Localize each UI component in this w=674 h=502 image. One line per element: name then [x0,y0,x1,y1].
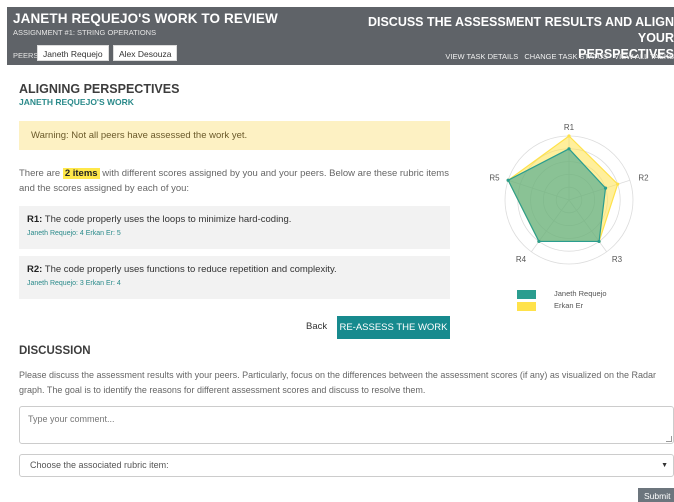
section-title: ALIGNING PERSPECTIVES [19,82,180,96]
radar-chart: R1 R2 R3 R4 R5 [489,123,649,265]
legend-swatch [517,290,536,299]
reassess-button[interactable]: RE-ASSESS THE WORK [337,316,450,339]
radar-point [567,134,571,138]
radar-axis-label: R3 [612,255,623,264]
comment-input[interactable] [19,406,674,444]
task-title-line1: DISCUSS THE ASSESSMENT RESULTS AND ALIGN… [367,15,674,45]
submit-button[interactable]: Submit [638,488,674,502]
radar-axis-label: R2 [638,173,649,182]
radar-axis-label: R4 [516,255,527,264]
peer-chip-alex[interactable]: Alex Desouza [113,45,178,61]
chevron-down-icon: ▼ [661,462,668,469]
view-all-tasks-link[interactable]: VIEW ALL TASKS [614,52,674,61]
select-label: Choose the associated rubric item: [30,460,169,470]
discussion-instructions: Please discuss the assessment results wi… [19,370,656,395]
radar-point [537,239,541,244]
back-button[interactable]: Back [298,316,336,338]
rubric-scores: Janeth Requejo: 3 Erkan Er: 4 [27,280,121,287]
radar-point [567,147,571,151]
radar-point [506,178,510,182]
assignment-label: ASSIGNMENT #1: STRING OPERATIONS [13,28,157,37]
intro-text: There are 2 items with different scores … [19,166,449,196]
radar-point [616,182,620,186]
rubric-item-select[interactable]: Choose the associated rubric item: ▼ [19,454,674,477]
intro-before: There are [19,168,63,179]
radar-axis-label: R5 [489,173,500,182]
items-count-highlight: 2 items [62,168,100,179]
warning-alert: Warning: Not all peers have assessed the… [19,121,450,150]
review-title: JANETH REQUEJO'S WORK TO REVIEW [13,11,278,26]
rubric-code: R2: [27,264,43,275]
section-subtitle: JANETH REQUEJO'S WORK [19,97,134,107]
resize-handle[interactable] [666,436,672,442]
peer-chip-janeth[interactable]: Janeth Requejo [37,45,109,61]
top-header: JANETH REQUEJO'S WORK TO REVIEW ASSIGNME… [7,7,674,65]
legend-label: Erkan Er [554,301,584,310]
rubric-code: R1: [27,214,43,225]
discussion-title: DISCUSSION [19,345,91,357]
rubric-text: The code properly uses the loops to mini… [42,214,292,225]
rubric-item-r2: R2: The code properly uses functions to … [19,256,450,299]
header-links: VIEW TASK DETAILS CHANGE TASK STATUS VIE… [441,52,674,61]
view-task-details-link[interactable]: VIEW TASK DETAILS [445,52,518,61]
legend-label: Janeth Requejo [554,289,607,298]
legend-swatch [517,302,536,311]
radar-axis-label: R1 [564,123,575,132]
radar-point [603,186,608,190]
rubric-item-r1: R1: The code properly uses the loops to … [19,206,450,249]
rubric-text: The code properly uses functions to redu… [42,264,337,275]
radar-point [597,239,601,244]
rubric-scores: Janeth Requejo: 4 Erkan Er: 5 [27,230,121,237]
change-task-status-link[interactable]: CHANGE TASK STATUS [524,52,608,61]
